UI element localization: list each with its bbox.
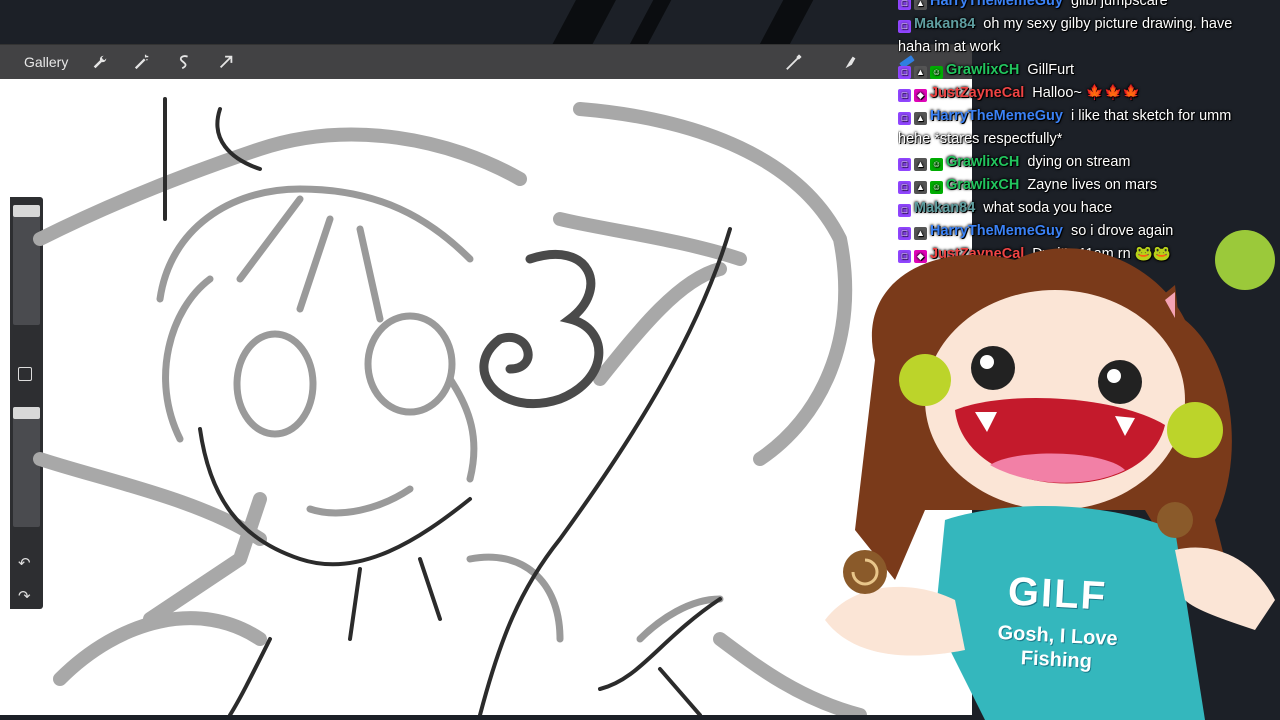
chat-message: □ ▲ ☺ GrawlixCH GillFurt	[898, 59, 1280, 82]
mod-badge-icon: ☺	[930, 66, 943, 79]
mod-badge-icon: ☺	[930, 181, 943, 194]
chat-message: □ Makan84 oh my sexy gilby picture drawing…	[898, 13, 1280, 36]
twitch-badge-icon: □	[898, 20, 911, 33]
chat-username[interactable]: HarryTheMemeGuy	[930, 108, 1063, 124]
sub-badge-icon: ▲	[914, 112, 927, 125]
chat-username[interactable]: GrawlixCH	[946, 177, 1019, 193]
chat-username[interactable]: GrawlixCH	[946, 154, 1019, 170]
chat-text: oh my sexy gilby picture drawing. have	[983, 16, 1233, 32]
chat-message: □ ▲ ☺ GrawlixCH dying on stream	[898, 151, 1280, 174]
sub-badge-icon: ▲	[914, 158, 927, 171]
twitch-badge-icon: □	[898, 66, 911, 79]
sub-badge-icon: ▲	[914, 0, 927, 10]
chat-username[interactable]: JustZayneCal	[930, 85, 1024, 101]
chat-message: hehe *stares respectfully*	[898, 128, 1280, 151]
chat-text: hehe *stares respectfully*	[898, 131, 1063, 147]
twitch-badge-icon: □	[898, 89, 911, 102]
magic-wand-icon[interactable]	[132, 52, 152, 72]
brush-icon[interactable]	[784, 52, 804, 72]
smudge-icon[interactable]	[840, 52, 860, 72]
chat-message: □ ▲ HarryTheMemeGuy gilbi jumpscare	[898, 0, 1280, 13]
chat-text: i like that sketch for umm	[1070, 108, 1232, 124]
top-toolbar: Gallery	[0, 45, 972, 79]
twitch-badge-icon: □	[898, 112, 911, 125]
sub-badge-icon: ▲	[914, 66, 927, 79]
chat-message: □ ▲ ☺ GrawlixCH Zayne lives on mars	[898, 174, 1280, 197]
chat-username[interactable]: HarryTheMemeGuy	[930, 0, 1063, 9]
twitch-badge-icon: □	[898, 158, 911, 171]
gallery-button[interactable]: Gallery	[24, 54, 68, 70]
chat-message: haha im at work	[898, 36, 1280, 59]
chat-username[interactable]: Makan84	[914, 16, 975, 32]
wrench-icon[interactable]	[90, 52, 110, 72]
chat-message: □ ▲ HarryTheMemeGuy i like that sketch for …	[898, 105, 1280, 128]
transform-arrow-icon[interactable]	[216, 52, 236, 72]
chat-text: dying on stream	[1027, 154, 1131, 170]
sub-badge-icon: ▲	[914, 181, 927, 194]
shirt-slogan: Gosh, I Love Fishing	[996, 621, 1118, 675]
chat-text: gilbi jumpscare	[1070, 0, 1168, 9]
vip-badge-icon: ◆	[914, 89, 927, 102]
twitch-badge-icon: □	[898, 181, 911, 194]
chat-message: □ ◆ JustZayneCal Halloo~ 🍁🍁🍁	[898, 82, 1280, 105]
chat-text: Halloo~ 🍁🍁🍁	[1032, 85, 1141, 101]
twitch-badge-icon: □	[898, 0, 911, 10]
chat-text: haha im at work	[898, 39, 1001, 55]
shirt-logo-text: GILF	[1006, 569, 1109, 619]
chat-text: Zayne lives on mars	[1027, 177, 1158, 193]
selection-icon[interactable]	[174, 52, 194, 72]
chat-username[interactable]: GrawlixCH	[946, 62, 1019, 78]
chat-text: GillFurt	[1027, 62, 1075, 78]
mod-badge-icon: ☺	[930, 158, 943, 171]
